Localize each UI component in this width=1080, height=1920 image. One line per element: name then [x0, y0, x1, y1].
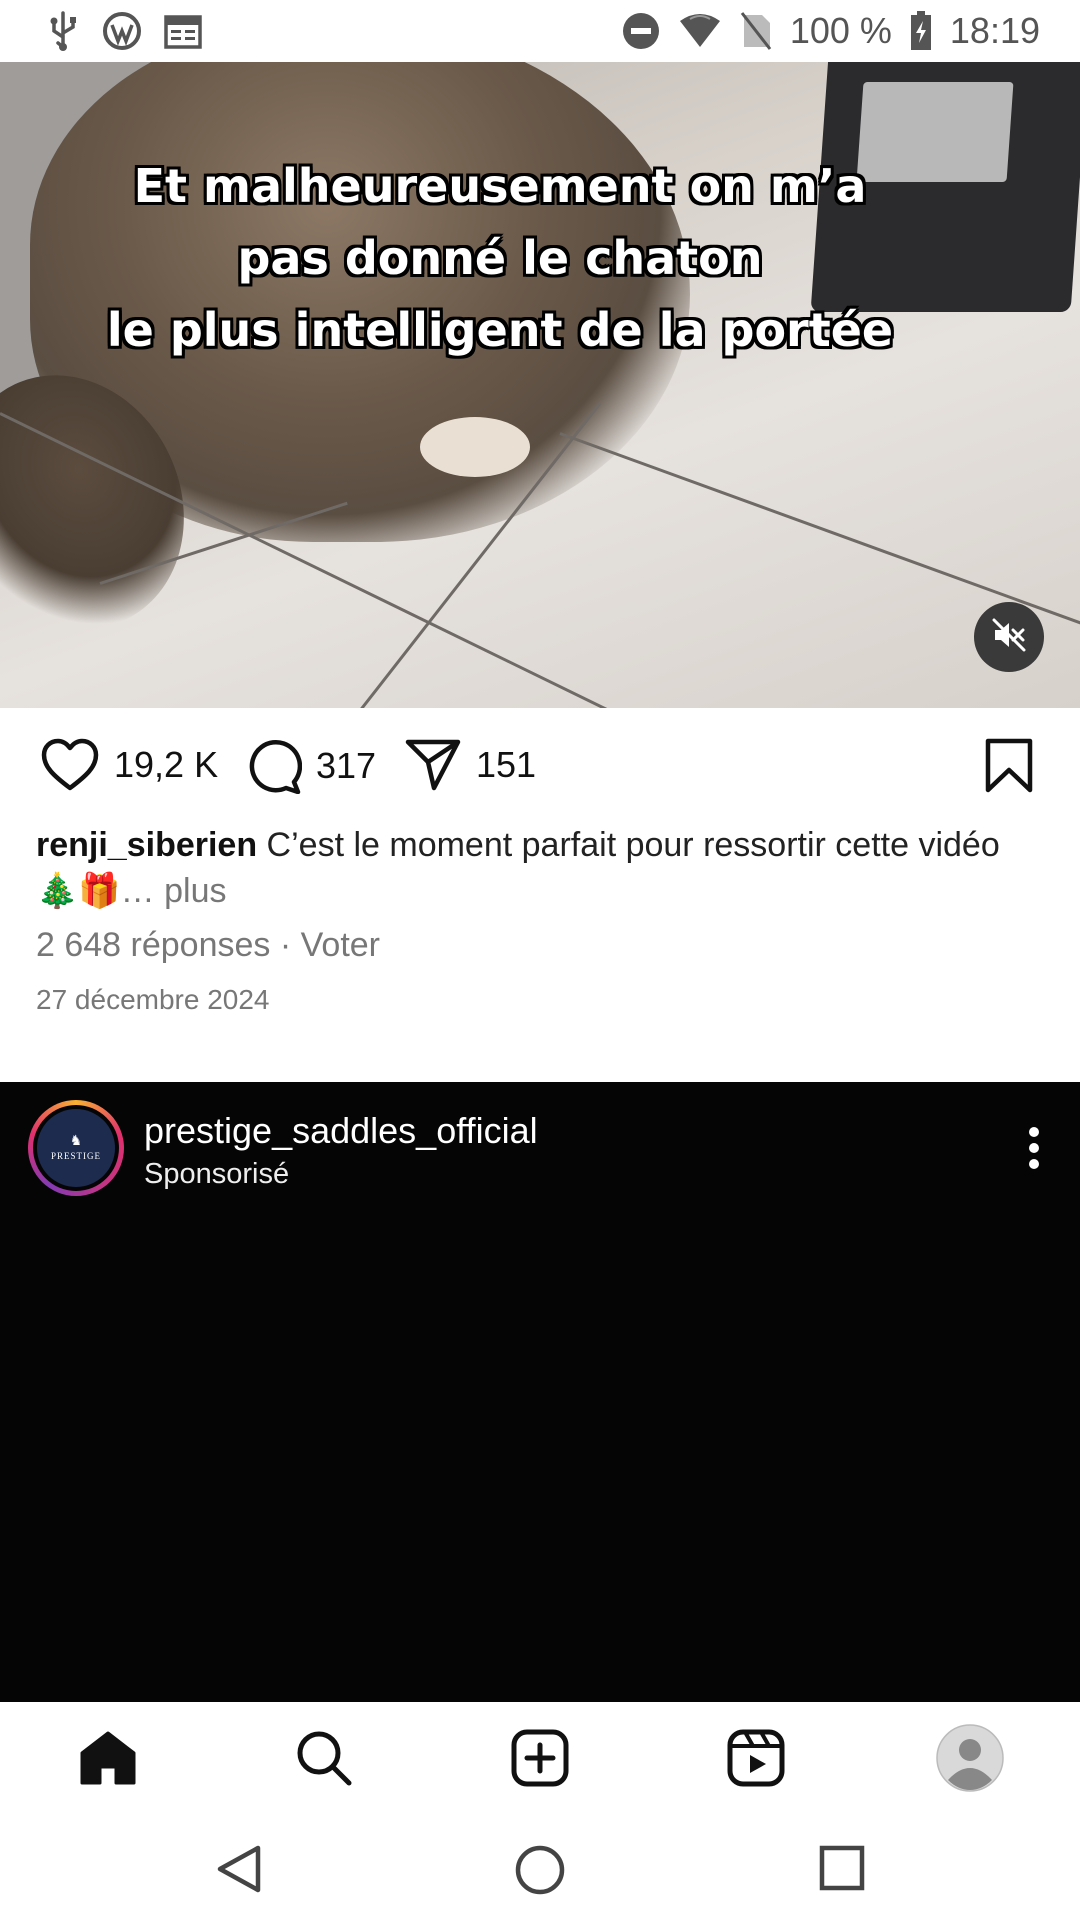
post-username[interactable]: renji_siberien: [36, 826, 257, 864]
home-button[interactable]: [514, 1844, 566, 1901]
more-options-button[interactable]: [1028, 1126, 1040, 1175]
usb-icon: [46, 11, 80, 51]
mute-button[interactable]: [974, 602, 1044, 672]
share-count: 151: [476, 744, 537, 785]
sponsored-post: ♞ PRESTIGE prestige_saddles_official Spo…: [0, 1082, 1080, 1702]
wordpress-icon: [102, 11, 142, 51]
video-caption-line: le plus intelligent de la portée: [106, 303, 894, 357]
post-date: 27 décembre 2024: [36, 984, 270, 1015]
post-caption-text: C’est le moment parfait pour ressortir c…: [257, 826, 1000, 864]
replies-link[interactable]: 2 648 réponses · Voter: [36, 926, 380, 965]
battery-charging-icon: [910, 11, 932, 51]
more-link[interactable]: … plus: [121, 872, 227, 910]
back-triangle-icon: [214, 1845, 262, 1898]
sponsored-label: Sponsorisé: [144, 1158, 290, 1190]
bottom-navigation: [0, 1702, 1080, 1818]
more-vertical-icon: [1028, 1127, 1040, 1174]
nav-search[interactable]: [292, 1728, 356, 1792]
battery-percent: 100 %: [789, 10, 892, 51]
comment-count: 317: [316, 745, 377, 786]
video-cat-paw: [420, 417, 530, 477]
back-button[interactable]: [214, 1844, 262, 1899]
floor-tile-line: [559, 432, 1080, 627]
video-caption-line: Et malheureusement on m’a: [133, 159, 867, 213]
nav-profile[interactable]: [936, 1723, 1004, 1792]
share-button[interactable]: 151: [404, 738, 536, 792]
system-navigation-bar: [0, 1818, 1080, 1920]
like-button[interactable]: 19,2 K: [40, 738, 218, 792]
search-icon: [295, 1729, 353, 1792]
post-actions: 19,2 K 317 151: [0, 708, 1080, 832]
calendar-icon: [164, 13, 202, 49]
wifi-icon: [678, 13, 722, 49]
nav-home[interactable]: [76, 1728, 140, 1792]
profile-avatar: [936, 1723, 1004, 1797]
account-avatar: ♞ PRESTIGE: [37, 1109, 115, 1187]
send-icon: [404, 738, 462, 792]
prestige-logo-icon: ♞: [69, 1134, 83, 1149]
clock: 18:19: [949, 10, 1040, 51]
comment-button[interactable]: 317: [244, 738, 376, 794]
do-not-disturb-icon: [622, 12, 660, 50]
recents-button[interactable]: [818, 1844, 866, 1897]
sponsored-account-name[interactable]: prestige_saddles_official: [144, 1110, 538, 1152]
bookmark-icon: [984, 738, 1034, 798]
post-video[interactable]: Et malheureusement on m’a pas donné le c…: [0, 62, 1080, 708]
comment-icon: [244, 738, 302, 794]
save-button[interactable]: [984, 738, 1034, 799]
create-icon: [511, 1729, 569, 1792]
home-icon: [78, 1729, 138, 1792]
speaker-muted-icon: [991, 617, 1027, 658]
home-circle-icon: [514, 1845, 566, 1900]
heart-icon: [40, 738, 100, 792]
video-caption-line: pas donné le chaton: [237, 231, 763, 285]
story-ring[interactable]: ♞ PRESTIGE: [28, 1100, 124, 1196]
like-count: 19,2 K: [114, 744, 219, 785]
post-caption: renji_siberien C’est le moment parfait p…: [36, 822, 1046, 914]
no-sim-icon: [740, 11, 772, 51]
status-bar: 100 % 18:19: [0, 0, 1080, 62]
nav-reels[interactable]: [724, 1728, 788, 1792]
nav-create[interactable]: [508, 1728, 572, 1792]
avatar-brand-text: PRESTIGE: [50, 1151, 101, 1161]
recents-square-icon: [818, 1845, 866, 1896]
post-emojis: 🎄🎁: [36, 872, 121, 910]
reels-icon: [727, 1729, 785, 1792]
video-caption: Et malheureusement on m’a pas donné le c…: [60, 150, 940, 366]
